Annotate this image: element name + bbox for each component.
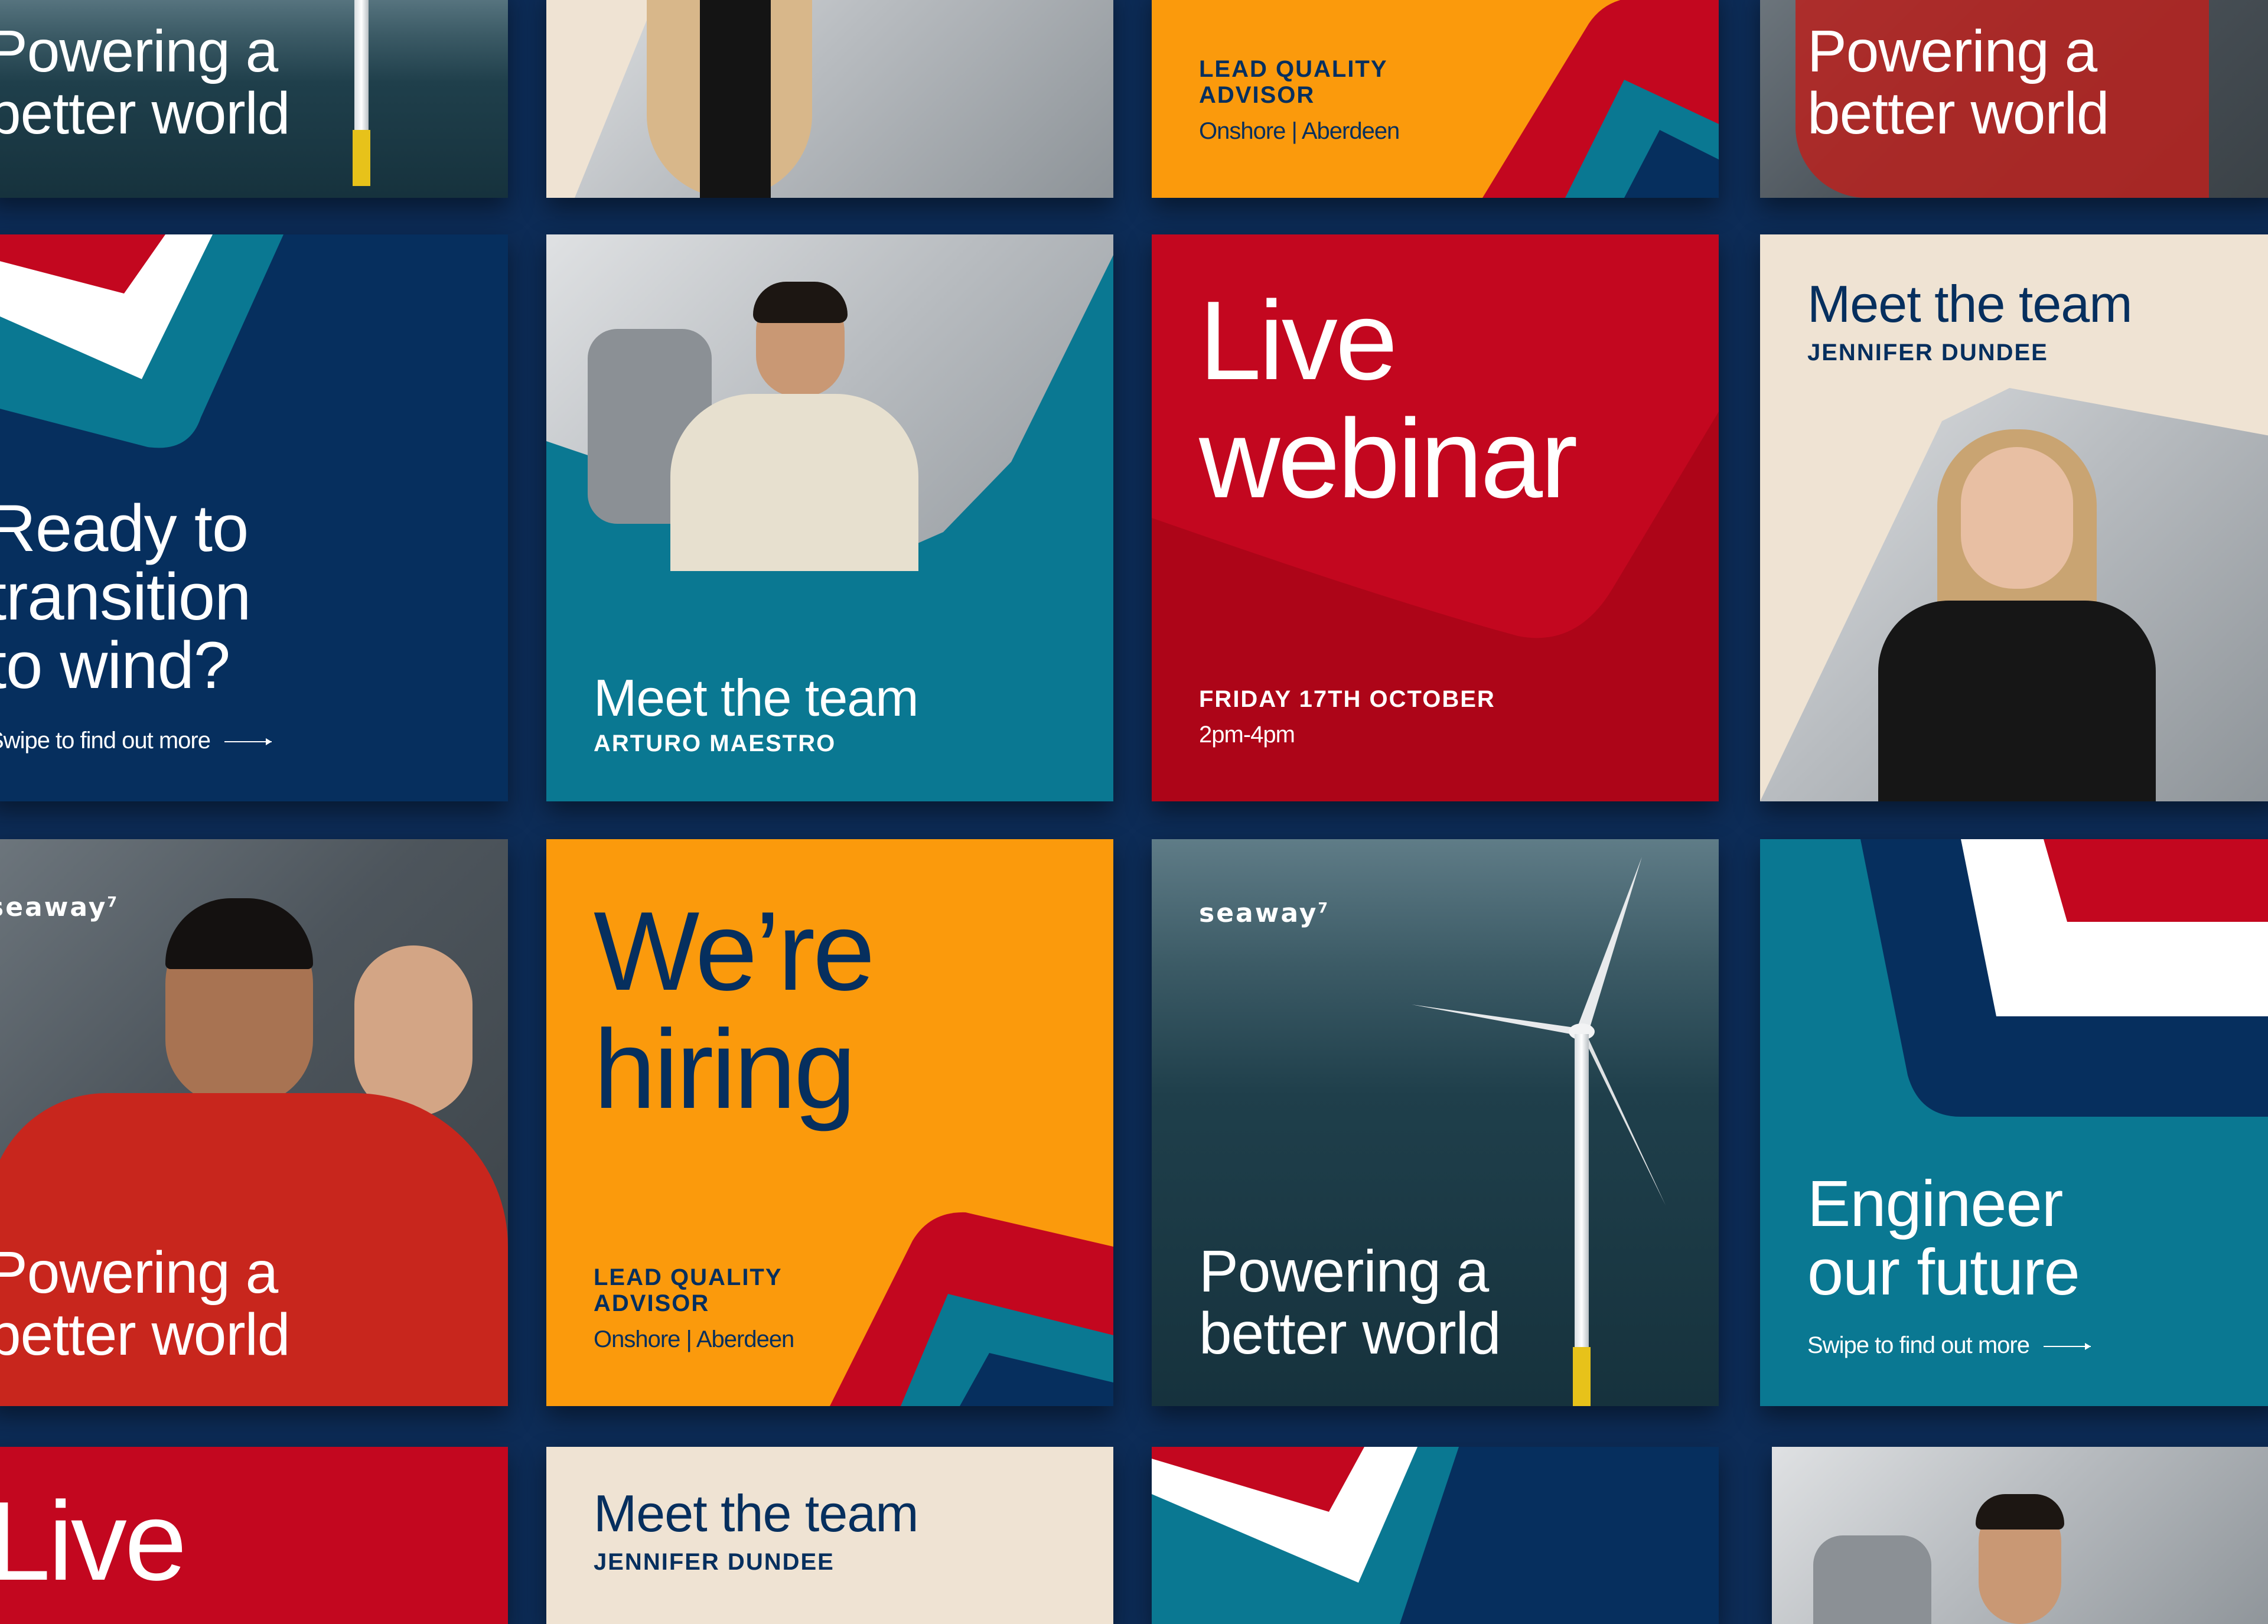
tile-name: ARTURO MAESTRO bbox=[594, 731, 836, 756]
jacket-shape bbox=[700, 0, 771, 198]
chevron-graphic bbox=[1860, 839, 2268, 1117]
tile-headline: Powering a better world bbox=[1807, 18, 2109, 146]
swipe-cta: Swipe to find out more bbox=[1807, 1332, 2091, 1359]
tile-headline: Powering a better world bbox=[0, 18, 290, 146]
tile-r1c4: Powering a better world bbox=[1760, 0, 2268, 198]
role-label: LEAD QUALITY ADVISOR bbox=[594, 1264, 782, 1316]
tile-r1c2 bbox=[546, 0, 1113, 198]
arrow-right-icon bbox=[224, 738, 272, 746]
tile-headline: We’re hiring bbox=[594, 889, 875, 1132]
swipe-cta-label: Swipe to find out more bbox=[1807, 1332, 2030, 1358]
face-shape bbox=[1961, 447, 2073, 589]
turbine-pole bbox=[354, 0, 369, 130]
tile-title: Meet the team bbox=[1807, 275, 2133, 333]
tile-headline: Live webinar bbox=[1199, 278, 1578, 521]
swipe-cta-label: Swipe to find out more bbox=[0, 728, 211, 754]
tile-r4c2: Meet the team JENNIFER DUNDEE bbox=[546, 1447, 1113, 1624]
tile-r4c4 bbox=[1772, 1447, 2268, 1624]
seaway-logo: seaway7 bbox=[0, 892, 119, 922]
chevron-graphic bbox=[0, 234, 284, 448]
tile-headline: Live bbox=[0, 1479, 187, 1604]
hair-shape bbox=[1976, 1494, 2064, 1530]
tile-name: JENNIFER DUNDEE bbox=[1807, 340, 2048, 366]
tile-r2c2: Meet the team ARTURO MAESTRO bbox=[546, 234, 1113, 801]
arrow-right-icon bbox=[2044, 1343, 2091, 1351]
turbine-base bbox=[1573, 1347, 1591, 1406]
tile-r3c3: seaway7 Powering a better world bbox=[1152, 839, 1719, 1406]
tile-headline: Powering a better world bbox=[1199, 1238, 1501, 1367]
tile-r3c4: Engineer our future Swipe to find out mo… bbox=[1760, 839, 2268, 1406]
tile-r4c1: Live bbox=[0, 1447, 508, 1624]
swipe-cta: Swipe to find out more bbox=[0, 728, 272, 754]
tile-r3c1: seaway7 Powering a better world bbox=[0, 839, 508, 1406]
tile-headline: Powering a better world bbox=[0, 1240, 290, 1368]
tile-headline: Ready to transition to wind? bbox=[0, 491, 251, 702]
tile-r1c3: LEAD QUALITY ADVISOR Onshore | Aberdeen bbox=[1152, 0, 1719, 198]
location-label: Onshore | Aberdeen bbox=[1199, 118, 1400, 144]
chair-shape bbox=[1813, 1535, 1931, 1624]
face-shape-2 bbox=[354, 945, 472, 1117]
jacket-shape bbox=[1878, 601, 2156, 801]
seaway-logo: seaway7 bbox=[1199, 898, 1330, 928]
tile-r2c4: Meet the team JENNIFER DUNDEE bbox=[1760, 234, 2268, 801]
tile-r3c2: We’re hiring LEAD QUALITY ADVISOR Onshor… bbox=[546, 839, 1113, 1406]
tile-title: Meet the team bbox=[594, 1484, 919, 1543]
tile-title: Meet the team bbox=[594, 668, 919, 727]
tile-headline: Engineer our future bbox=[1807, 1168, 2080, 1309]
turbine-pole bbox=[1575, 1034, 1589, 1347]
tile-r1c1: Powering a better world bbox=[0, 0, 508, 198]
turbine-base bbox=[353, 130, 370, 186]
sweater-shape bbox=[670, 394, 918, 571]
hair-shape bbox=[165, 898, 313, 969]
tile-name: JENNIFER DUNDEE bbox=[594, 1549, 835, 1575]
event-time: 2pm-4pm bbox=[1199, 722, 1295, 748]
hair-shape bbox=[753, 282, 848, 323]
person-photo bbox=[575, 0, 1113, 198]
tile-r2c3: Live webinar FRIDAY 17TH OCTOBER 2pm-4pm bbox=[1152, 234, 1719, 801]
location-label: Onshore | Aberdeen bbox=[594, 1326, 794, 1352]
tile-r4c3 bbox=[1152, 1447, 1719, 1624]
tile-r2c1: Ready to transition to wind? Swipe to fi… bbox=[0, 234, 508, 801]
role-label: LEAD QUALITY ADVISOR bbox=[1199, 56, 1387, 108]
event-date: FRIDAY 17TH OCTOBER bbox=[1199, 686, 1495, 712]
chevron-graphic bbox=[1152, 1447, 1719, 1624]
